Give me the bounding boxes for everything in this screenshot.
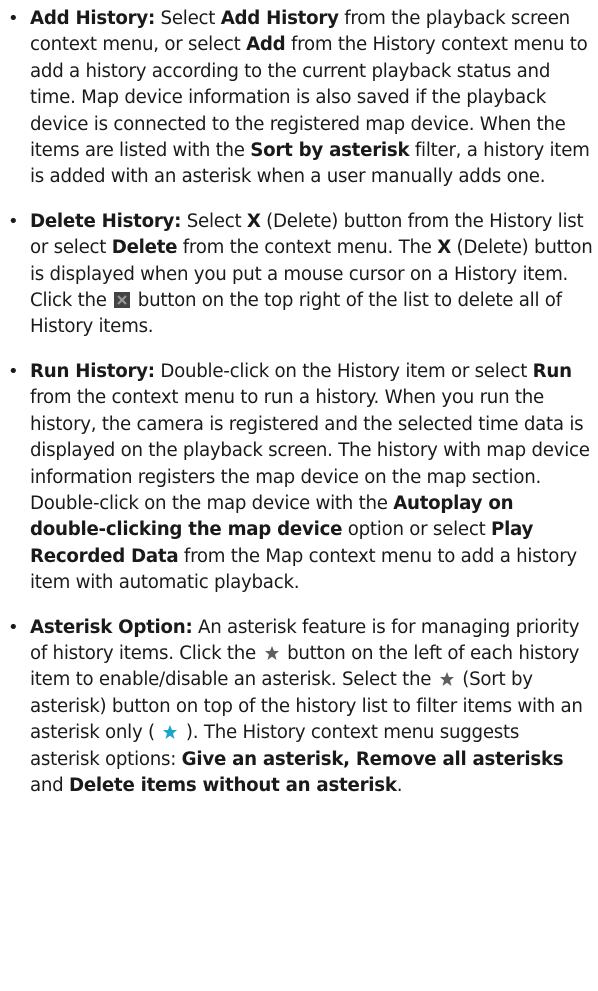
bold-term: Add History: — [30, 8, 156, 29]
bold-term: Delete History: — [30, 210, 182, 232]
body-text: and — [30, 774, 69, 796]
bold-term: Run History: — [30, 360, 155, 382]
bold-term: Give an asterisk, Remove all asterisks — [181, 748, 564, 770]
body-text: . — [396, 774, 403, 796]
delete-all-icon — [114, 292, 131, 309]
bold-term: Add History — [220, 8, 339, 29]
body-text: Double-click on the History item or sele… — [154, 360, 533, 382]
bold-term: Delete items without an asterisk — [69, 774, 397, 796]
list-item: • Add History: Select Add History from th… — [6, 6, 594, 191]
bold-term: Run — [532, 360, 572, 382]
bullet-marker: • — [8, 210, 19, 232]
bullet-marker: • — [8, 616, 19, 638]
body-text: Select — [181, 210, 247, 232]
bold-term: Delete — [111, 237, 178, 259]
star-teal-icon — [162, 724, 178, 740]
bullet-list: • Add History: Select Add History from th… — [6, 6, 594, 799]
bold-term: Sort by asterisk — [250, 140, 410, 162]
document-body: • Add History: Select Add History from th… — [0, 0, 598, 991]
bullet-marker: • — [8, 360, 19, 382]
bold-term: Add — [246, 34, 286, 56]
star-grey-icon — [264, 645, 280, 661]
bold-term: Asterisk Option: — [30, 616, 193, 638]
star-grey-icon — [439, 671, 455, 687]
bullet-marker: • — [8, 8, 19, 29]
list-item: • Asterisk Option: An asterisk feature is… — [6, 615, 594, 800]
bold-term: X — [246, 210, 261, 232]
list-item: • Run History: Double-click on the Histor… — [6, 359, 594, 597]
body-text: option or select — [342, 519, 491, 541]
list-item: • Delete History: Select X (Delete) butto… — [6, 209, 594, 341]
body-text: from the context menu. The — [177, 237, 438, 259]
bold-term: X — [437, 237, 452, 259]
body-text: Select — [155, 8, 221, 29]
